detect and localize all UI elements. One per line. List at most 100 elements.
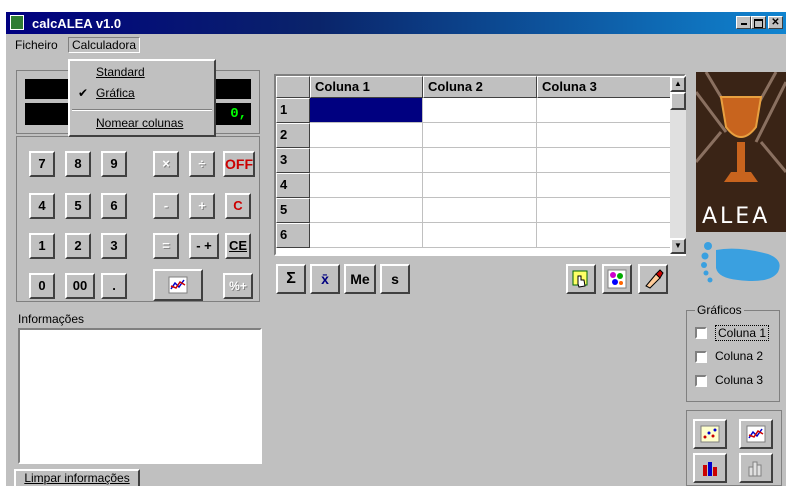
display-value: 0, [230,106,247,122]
key-5[interactable]: 5 [65,193,91,219]
menu-calculadora[interactable]: Calculadora [68,37,141,53]
scatter-chart-icon [700,425,720,443]
scatter-chart-button[interactable] [693,419,727,449]
grid-cell[interactable] [423,223,537,248]
key-1[interactable]: 1 [29,233,55,259]
fill-column-button[interactable] [566,264,596,294]
checkbox-label-coluna-1[interactable]: Coluna 1 [715,325,770,341]
key-6[interactable]: 6 [101,193,127,219]
grid-cell[interactable] [310,223,423,248]
key-percent[interactable]: %+ [223,273,253,299]
checkbox-coluna-1[interactable] [695,327,707,339]
key-7[interactable]: 7 [29,151,55,177]
key-2[interactable]: 2 [65,233,91,259]
key-divide[interactable]: ÷ [189,151,215,177]
key-00[interactable]: 00 [65,273,95,299]
title-bar[interactable]: calcALEA v1.0 ✕ [6,12,786,34]
key-equals[interactable]: = [153,233,179,259]
menu-ficheiro[interactable]: Ficheiro [12,38,61,52]
column-header-1[interactable]: Coluna 1 [310,76,423,98]
key-decimal[interactable]: . [101,273,127,299]
minimize-button[interactable] [736,16,751,29]
close-button[interactable]: ✕ [768,16,783,29]
logo-text: ALEA [702,204,771,229]
grid-cell[interactable] [423,98,537,123]
median-button[interactable]: Me [344,264,376,294]
minimize-icon [740,23,747,25]
key-0[interactable]: 0 [29,273,55,299]
grid-cell[interactable] [537,98,671,123]
row-header-3[interactable]: 3 [276,148,310,173]
key-plus-minus[interactable]: - + [189,233,219,259]
key-8[interactable]: 8 [65,151,91,177]
app-window: calcALEA v1.0 ✕ Ficheiro Calculadora Sta… [6,12,786,486]
footprint-icon [701,242,780,283]
random-fill-button[interactable] [602,264,632,294]
info-textbox[interactable] [18,328,262,464]
grid-corner [276,76,310,98]
grid-cell[interactable] [423,123,537,148]
key-clear-entry[interactable]: CE [225,233,251,259]
maximize-button[interactable] [751,16,766,29]
column-header-2[interactable]: Coluna 2 [423,76,537,98]
grid-cell[interactable] [310,198,423,223]
grid-cell[interactable] [537,198,671,223]
graficos-title: Gráficos [695,303,744,317]
graficos-group: Gráficos Coluna 1 Coluna 2 Coluna 3 [686,303,780,402]
grid-cell[interactable] [537,173,671,198]
grid-cell[interactable] [310,123,423,148]
key-off[interactable]: OFF [223,151,255,177]
scroll-up-button[interactable]: ▲ [670,76,686,92]
arrow-up-icon: ▲ [674,79,682,88]
mean-button[interactable]: x̄ [310,264,340,294]
alea-logo: ALEA [696,72,786,232]
grid-scrollbar[interactable]: ▲ ▼ [670,76,686,254]
row-header-5[interactable]: 5 [276,198,310,223]
menu-item-grafica[interactable]: Gráfica [96,86,135,100]
key-multiply[interactable]: × [153,151,179,177]
row-header-6[interactable]: 6 [276,223,310,248]
grid-cell[interactable] [537,223,671,248]
row-header-4[interactable]: 4 [276,173,310,198]
clear-info-label: Limpar informações [24,471,130,485]
grid-cell[interactable] [310,173,423,198]
app-icon[interactable] [10,15,24,30]
grid-cell[interactable] [423,148,537,173]
histogram-icon [748,461,762,477]
chart-type-panel [686,410,782,486]
key-3[interactable]: 3 [101,233,127,259]
checkbox-label-coluna-3[interactable]: Coluna 3 [715,373,763,387]
sum-button[interactable]: Σ [276,264,306,294]
key-9[interactable]: 9 [101,151,127,177]
bar-chart-button[interactable] [693,453,727,483]
grid-cell[interactable] [537,148,671,173]
scroll-thumb[interactable] [670,92,686,110]
grid-cell[interactable] [537,123,671,148]
chart-key[interactable] [153,269,203,301]
grid-cell[interactable] [310,148,423,173]
key-minus[interactable]: - [153,193,179,219]
grid-cell[interactable] [423,173,537,198]
key-4[interactable]: 4 [29,193,55,219]
grid-cell-selected[interactable] [310,98,423,123]
key-clear[interactable]: C [225,193,251,219]
menu-item-nomear-colunas[interactable]: Nomear colunas [96,116,183,130]
erase-button[interactable] [638,264,668,294]
key-plus[interactable]: + [189,193,215,219]
checkbox-coluna-3[interactable] [695,375,707,387]
column-header-3[interactable]: Coluna 3 [537,76,671,98]
checkbox-coluna-2[interactable] [695,351,707,363]
line-chart-button[interactable] [739,419,773,449]
row-header-1[interactable]: 1 [276,98,310,123]
clear-info-button[interactable]: Limpar informações [14,469,140,486]
scroll-down-button[interactable]: ▼ [670,238,686,254]
stddev-button[interactable]: s [380,264,410,294]
chart-icon [168,276,188,294]
histogram-button[interactable] [739,453,773,483]
row-header-2[interactable]: 2 [276,123,310,148]
menu-item-standard[interactable]: Standard [96,65,145,79]
grid-cell[interactable] [423,198,537,223]
footprint-logo [698,240,786,290]
checkbox-label-coluna-2[interactable]: Coluna 2 [715,349,763,363]
menu-calculadora-label: Calculadora [72,38,137,52]
